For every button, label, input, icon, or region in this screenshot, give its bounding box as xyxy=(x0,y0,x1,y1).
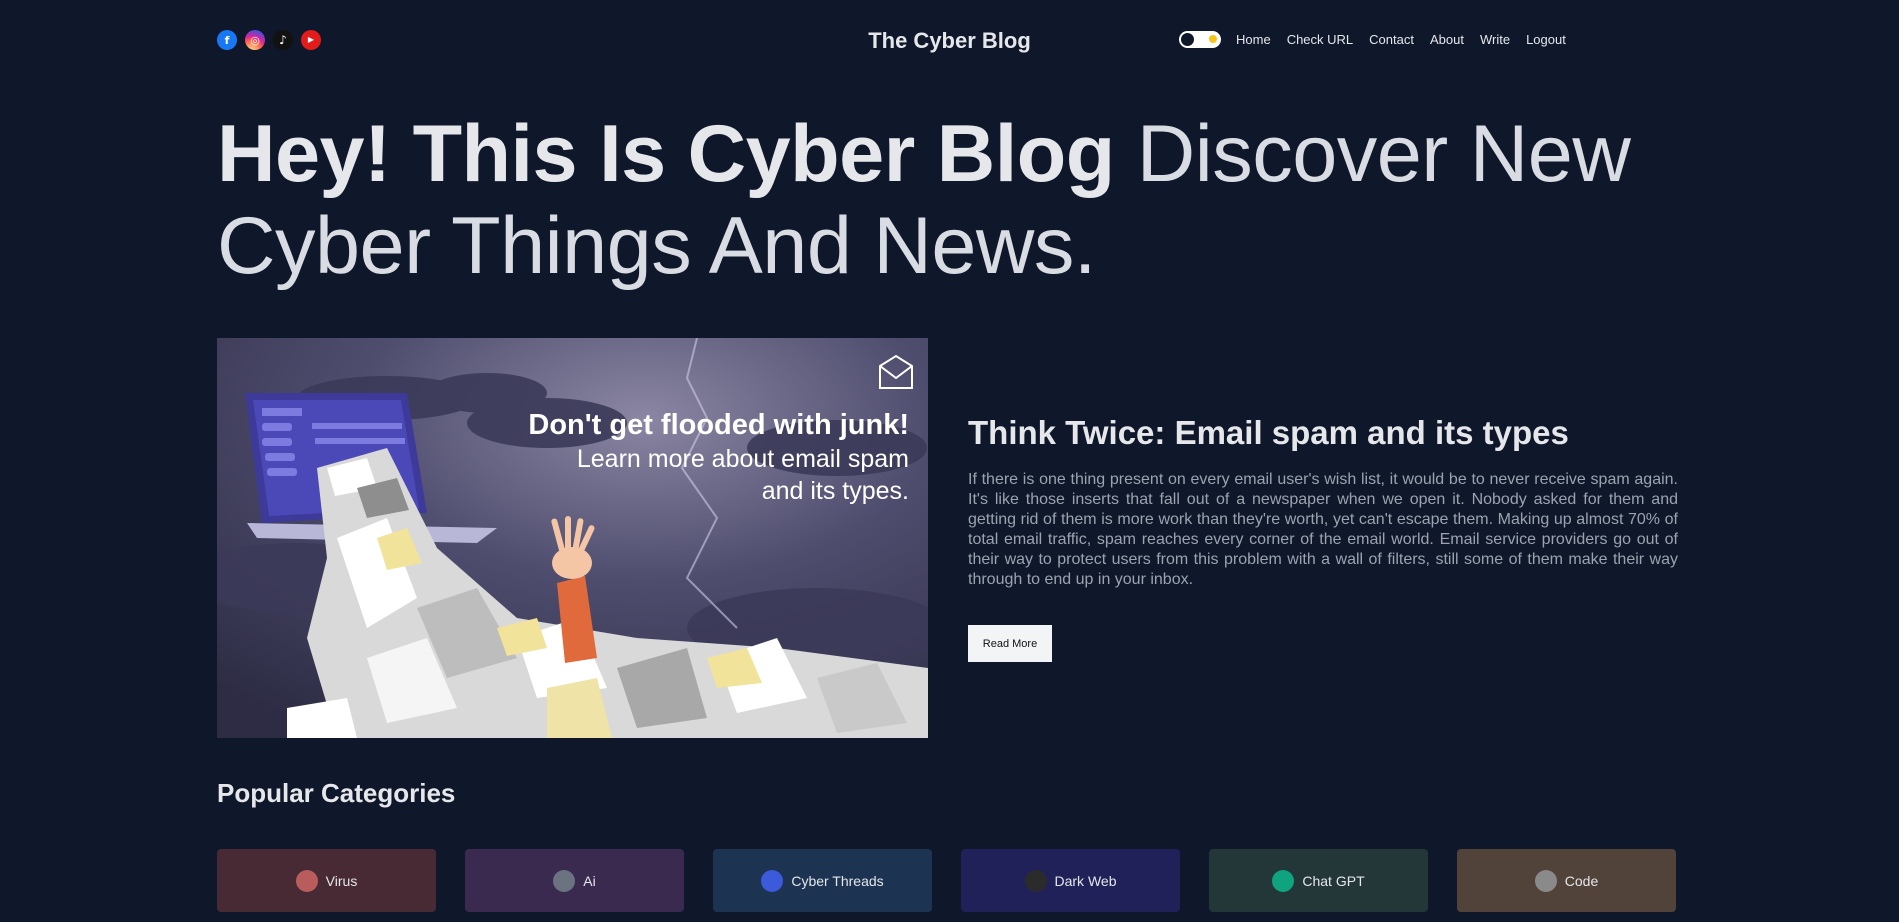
toggle-knob xyxy=(1181,33,1194,46)
instagram-icon[interactable]: ◎ xyxy=(245,30,265,50)
categories-heading: Popular Categories xyxy=(217,778,456,808)
cyber-threads-icon xyxy=(761,869,784,892)
nav-check-url[interactable]: Check URL xyxy=(1287,32,1353,47)
virus-icon xyxy=(295,869,318,892)
category-label: Code xyxy=(1564,872,1599,889)
nav-logout[interactable]: Logout xyxy=(1526,32,1566,47)
category-dark-web[interactable]: Dark Web xyxy=(961,849,1180,912)
post-title[interactable]: Think Twice: Email spam and its types xyxy=(968,414,1678,452)
main-nav: Home Check URL Contact About Write Logou… xyxy=(1179,31,1566,48)
hero-heading: Hey! This Is Cyber Blog Discover New Cyb… xyxy=(217,108,1697,292)
category-ai[interactable]: Ai xyxy=(465,849,684,912)
site-title[interactable]: The Cyber Blog xyxy=(868,28,1031,54)
youtube-icon[interactable]: ▶ xyxy=(301,30,321,50)
category-label: Ai xyxy=(583,872,596,889)
chat-gpt-icon xyxy=(1272,869,1295,892)
nav-about[interactable]: About xyxy=(1430,32,1464,47)
category-cyber-threads[interactable]: Cyber Threads xyxy=(713,849,932,912)
category-code[interactable]: Code xyxy=(1457,849,1676,912)
tiktok-icon[interactable]: ♪ xyxy=(273,30,293,50)
post-excerpt: If there is one thing present on every e… xyxy=(968,471,1678,588)
featured-post: Think Twice: Email spam and its types If… xyxy=(968,414,1678,590)
image-headline: Don't get flooded with junk! xyxy=(528,409,909,441)
theme-toggle[interactable] xyxy=(1179,31,1221,48)
nav-home[interactable]: Home xyxy=(1236,32,1271,47)
category-virus[interactable]: Virus xyxy=(217,849,436,912)
social-links: f ◎ ♪ ▶ xyxy=(217,30,321,50)
sun-icon xyxy=(1209,35,1217,43)
category-label: Cyber Threads xyxy=(791,872,884,889)
code-icon xyxy=(1534,869,1557,892)
image-line-3: and its types. xyxy=(762,477,909,505)
nav-contact[interactable]: Contact xyxy=(1369,32,1414,47)
ai-icon xyxy=(553,869,576,892)
featured-image[interactable]: Don't get flooded with junk! Learn more … xyxy=(217,338,928,738)
read-more-button[interactable]: Read More xyxy=(968,625,1052,662)
image-line-2: Learn more about email spam xyxy=(577,445,909,473)
category-label: Chat GPT xyxy=(1302,872,1365,889)
facebook-icon[interactable]: f xyxy=(217,30,237,50)
category-label: Dark Web xyxy=(1054,872,1117,889)
dark-web-icon xyxy=(1024,869,1047,892)
nav-write[interactable]: Write xyxy=(1480,32,1510,47)
category-label: Virus xyxy=(325,872,358,889)
category-chat-gpt[interactable]: Chat GPT xyxy=(1209,849,1428,912)
category-list: Virus Ai Cyber Threads Dark Web Chat GPT… xyxy=(217,849,1676,912)
navbar: f ◎ ♪ ▶ The Cyber Blog Home Check URL Co… xyxy=(217,20,1682,60)
hero-strong: Hey! This Is Cyber Blog xyxy=(217,109,1115,199)
